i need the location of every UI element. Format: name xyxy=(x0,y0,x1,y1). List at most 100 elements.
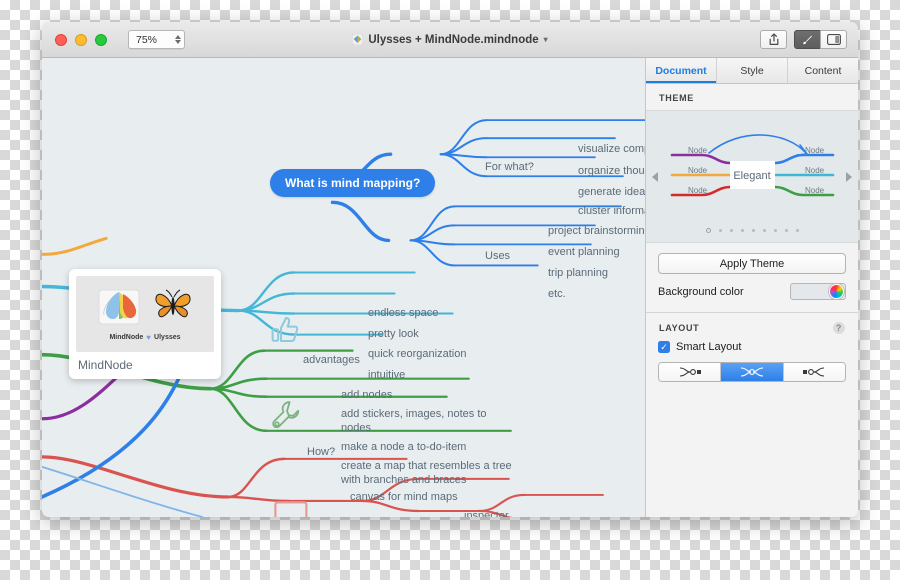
layout-left-button[interactable] xyxy=(659,363,722,381)
page-dot[interactable] xyxy=(784,229,788,232)
root-node[interactable]: What is mind mapping? xyxy=(270,169,436,197)
stepper-arrows-icon[interactable] xyxy=(171,35,184,44)
layout-both-button[interactable] xyxy=(721,363,784,381)
thumbnail-caption: MindNode ♥ Ulysses xyxy=(109,333,180,342)
sidebar-toggle-button[interactable] xyxy=(820,30,847,49)
card-thumbnail: MindNode ♥ Ulysses xyxy=(76,276,214,352)
page-dot[interactable] xyxy=(729,229,733,232)
node-visualize-complex-issues[interactable]: visualize complex issues xyxy=(578,143,645,155)
node-intuitive[interactable]: intuitive xyxy=(368,369,405,381)
thumbnail-logos xyxy=(98,286,193,331)
page-dot[interactable] xyxy=(718,229,722,232)
node-uses[interactable]: Uses xyxy=(485,250,510,262)
node-how[interactable]: How? xyxy=(307,446,335,458)
help-icon[interactable]: ? xyxy=(833,322,845,334)
theme-node-label-l2: Node xyxy=(688,166,708,175)
node-event-planning[interactable]: event planning xyxy=(548,246,620,258)
document-title: Ulysses + MindNode.mindnode xyxy=(368,33,539,46)
node-generate-ideas[interactable]: generate ideas xyxy=(578,186,645,198)
window-body: What is mind mapping? For what? Uses adv… xyxy=(42,58,858,517)
node-etc[interactable]: etc. xyxy=(548,288,566,300)
theme-section-header: THEME xyxy=(659,93,694,103)
node-inspector[interactable]: inspector xyxy=(464,510,509,517)
inspector-panel: Document Style Content THEME Elegant Nod… xyxy=(645,58,858,517)
card-caption[interactable]: MindNode xyxy=(76,352,214,374)
background-color-label: Background color xyxy=(658,285,744,298)
color-wheel-icon[interactable] xyxy=(829,284,844,299)
layout-right-button[interactable] xyxy=(783,363,845,381)
theme-node-label-l3: Node xyxy=(688,186,708,195)
node-trip-planning[interactable]: trip planning xyxy=(548,267,608,279)
theme-node-label-r2: Node xyxy=(805,166,825,175)
thumbnail-caption-right: Ulysses xyxy=(154,334,181,341)
layout-left-icon xyxy=(679,367,701,377)
theme-node-label-r1: Node xyxy=(805,146,825,155)
butterfly-icon xyxy=(153,288,193,329)
node-cluster-information[interactable]: cluster information xyxy=(578,205,645,217)
theme-node-label-l1: Node xyxy=(688,146,708,155)
theme-name-label: Elegant xyxy=(733,170,770,182)
mindnode-logo-icon xyxy=(98,286,140,331)
inspector-tabs: Document Style Content xyxy=(646,58,858,84)
node-tree-map-line2[interactable]: with branches and braces xyxy=(341,474,466,486)
close-button[interactable] xyxy=(55,33,67,46)
smart-layout-checkbox[interactable]: ✓ xyxy=(658,341,670,353)
thumbnail-caption-left: MindNode xyxy=(109,334,144,341)
background-color-well[interactable] xyxy=(790,283,846,300)
page-dot[interactable] xyxy=(795,229,799,232)
mindnode-window: 75% Ulysses + MindNode.mindnode ▾ What i… xyxy=(42,22,858,517)
layout-section-header: LAYOUT ? xyxy=(646,313,858,341)
tab-document[interactable]: Document xyxy=(646,58,717,83)
page-dot[interactable] xyxy=(773,229,777,232)
layout-both-icon xyxy=(740,367,764,377)
layout-direction-control xyxy=(658,362,846,382)
maximize-button[interactable] xyxy=(95,33,107,46)
zoom-value: 75% xyxy=(136,33,158,46)
node-tree-map[interactable]: create a map that resembles a tree xyxy=(341,460,512,472)
smart-layout-label: Smart Layout xyxy=(676,341,742,353)
apply-theme-button[interactable]: Apply Theme xyxy=(658,253,846,274)
node-add-stickers-line2[interactable]: nodes xyxy=(341,422,371,434)
minimize-button[interactable] xyxy=(75,33,87,46)
heart-icon: ♥ xyxy=(146,333,152,342)
node-canvas-for-mind-maps[interactable]: canvas for mind maps xyxy=(350,491,458,503)
monitor-icon xyxy=(274,501,308,517)
theme-preview[interactable]: Elegant Node Node Node Node Node Node xyxy=(646,110,858,243)
page-dot[interactable] xyxy=(705,228,711,233)
mindmap-canvas[interactable]: What is mind mapping? For what? Uses adv… xyxy=(42,58,645,517)
theme-preview-graphic: Elegant Node Node Node Node Node Node xyxy=(670,134,835,197)
traffic-lights xyxy=(55,33,107,46)
node-advantages[interactable]: advantages xyxy=(303,354,360,366)
title-chevron-down-icon[interactable]: ▾ xyxy=(544,35,548,44)
node-quick-reorganization[interactable]: quick reorganization xyxy=(368,348,466,360)
tab-style[interactable]: Style xyxy=(717,58,788,83)
node-add-stickers[interactable]: add stickers, images, notes to xyxy=(341,408,487,420)
node-endless-space[interactable]: endless space xyxy=(368,307,438,319)
theme-page-dots[interactable] xyxy=(646,228,858,233)
zoom-stepper[interactable]: 75% xyxy=(128,30,185,49)
tab-content[interactable]: Content xyxy=(788,58,858,83)
toolbar-right xyxy=(760,30,847,49)
view-segmented-control xyxy=(794,30,847,49)
thumbs-up-icon xyxy=(270,314,300,349)
node-for-what[interactable]: For what? xyxy=(485,161,534,173)
node-organize-thoughts[interactable]: organize thoughts xyxy=(578,165,645,177)
background-color-row: Background color xyxy=(646,274,858,312)
page-dot[interactable] xyxy=(751,229,755,232)
inspector-button[interactable] xyxy=(794,30,821,49)
theme-node-label-r3: Node xyxy=(805,186,825,195)
node-todo-item[interactable]: make a node a to-do-item xyxy=(341,441,466,453)
image-node-card[interactable]: MindNode ♥ Ulysses MindNode xyxy=(69,269,221,379)
title-bar: 75% Ulysses + MindNode.mindnode ▾ xyxy=(42,22,858,58)
page-dot[interactable] xyxy=(740,229,744,232)
layout-section-title: LAYOUT xyxy=(659,323,700,333)
share-button[interactable] xyxy=(760,30,787,49)
wrench-icon xyxy=(270,399,302,436)
node-pretty-look[interactable]: pretty look xyxy=(368,328,419,340)
layout-right-icon xyxy=(803,367,825,377)
page-dot[interactable] xyxy=(762,229,766,232)
node-project-brainstorming[interactable]: project brainstorming xyxy=(548,225,645,237)
smart-layout-row[interactable]: ✓ Smart Layout xyxy=(646,341,858,362)
node-add-nodes[interactable]: add nodes xyxy=(341,389,392,401)
mindnode-document-icon xyxy=(352,33,364,46)
